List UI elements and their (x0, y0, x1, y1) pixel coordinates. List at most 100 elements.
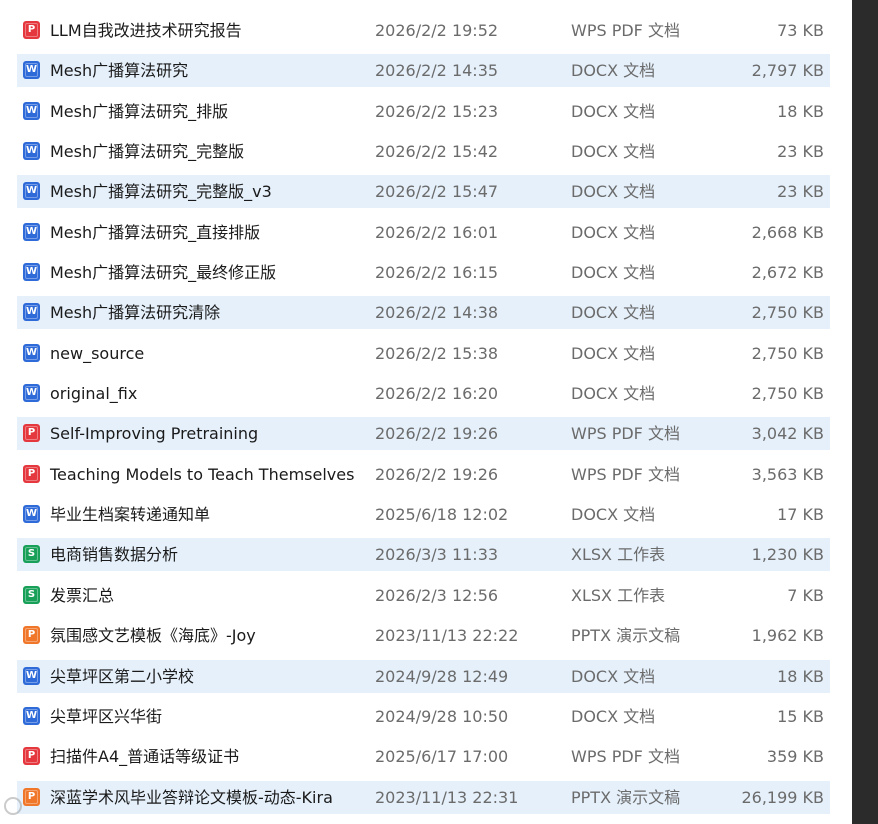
file-type: DOCX 文档 (571, 666, 656, 686)
word-icon: W (23, 182, 40, 201)
file-size: 18 KB (777, 666, 824, 686)
file-date-modified: 2025/6/18 12:02 (375, 505, 509, 525)
file-date-modified: 2026/2/2 19:26 (375, 424, 499, 444)
file-row[interactable]: P LLM自我改进技术研究报告 2026/2/2 19:52 WPS PDF 文档 73… (17, 14, 830, 47)
pdf-icon: P (23, 21, 40, 39)
file-row[interactable]: P 扫描件A4_普通话等级证书 2025/6/17 17:00 WPS PDF 文档 3… (17, 740, 830, 773)
file-date-modified: 2026/2/2 15:42 (375, 142, 499, 162)
file-type: PPTX 演示文稿 (571, 626, 681, 646)
file-size: 3,563 KB (751, 464, 824, 484)
file-row[interactable]: P Self-Improving Pretraining 2026/2/2 19:2… (17, 417, 830, 451)
file-type: XLSX 工作表 (571, 585, 666, 605)
file-size: 23 KB (777, 182, 824, 202)
file-row[interactable]: Wnew_source 2026/2/2 15:38 DOCX 文档 2,750 KB (17, 337, 830, 370)
file-name: 尖草坪区第二小学校 (50, 666, 195, 686)
word-icon: W (23, 142, 40, 161)
sheet-icon: S (23, 585, 40, 604)
word-icon: W (23, 101, 40, 120)
file-row[interactable]: W 毕业生档案转递通知单 2025/6/18 12:02 DOCX 文档 17 KB (17, 498, 830, 531)
file-row[interactable]: P Teaching Models to Teach Themselves 2026… (17, 458, 830, 491)
file-name: Mesh广播算法研究_排版 (50, 101, 229, 121)
file-row[interactable]: W 尖草坪区兴华街 2024/9/28 10:50 DOCX 文档 15 KB (17, 700, 830, 733)
file-type: DOCX 文档 (571, 142, 656, 162)
file-date-modified: 2026/2/3 12:56 (375, 585, 499, 605)
file-row[interactable]: W Mesh广播算法研究清除 2026/2/2 14:38 DOCX 文档 2,750 … (17, 296, 830, 330)
file-size: 2,750 KB (751, 343, 824, 363)
file-row[interactable]: W Mesh广播算法研究_排版 2026/2/2 15:23 DOCX 文档 18 KB (17, 95, 830, 128)
watermark (4, 795, 22, 817)
file-row[interactable]: S 电商销售数据分析 2026/3/3 11:33 XLSX 工作表 1,230 KB (17, 538, 830, 572)
file-date-modified: 2026/2/2 19:52 (375, 21, 499, 40)
file-row[interactable]: W Mesh广播算法研究_完整版 2026/2/2 15:42 DOCX 文档 23 K… (17, 135, 830, 168)
file-size: 7 KB (787, 585, 824, 605)
file-size: 2,750 KB (751, 384, 824, 404)
file-size: 23 KB (777, 142, 824, 162)
file-name: Mesh广播算法研究_完整版 (50, 142, 245, 162)
file-row[interactable]: S 发票汇总 2026/2/3 12:56 XLSX 工作表 7 KB (17, 579, 830, 612)
file-size: 15 KB (777, 706, 824, 726)
file-date-modified: 2023/11/13 22:22 (375, 626, 519, 646)
file-type: DOCX 文档 (571, 706, 656, 726)
word-icon: W (23, 61, 40, 80)
file-name: 尖草坪区兴华街 (50, 706, 163, 726)
file-type: DOCX 文档 (571, 222, 656, 242)
file-row[interactable]: W 尖草坪区第二小学校 2024/9/28 12:49 DOCX 文档 18 KB (17, 659, 830, 693)
file-date-modified: 2026/2/2 14:35 (375, 61, 499, 81)
file-type: DOCX 文档 (571, 182, 656, 202)
file-size: 73 KB (777, 21, 824, 40)
word-icon: W (23, 263, 40, 282)
file-row[interactable]: W Mesh广播算法研究_最终修正版 2026/2/2 16:15 DOCX 文档 2,… (17, 256, 830, 289)
file-type: PPTX 演示文稿 (571, 787, 681, 807)
file-name: Mesh广播算法研究_最终修正版 (50, 263, 277, 283)
file-list: P LLM自我改进技术研究报告 2026/2/2 19:52 WPS PDF 文档 73… (17, 14, 830, 821)
file-date-modified: 2026/2/2 16:01 (375, 222, 499, 242)
file-row[interactable]: Woriginal_fix 2026/2/2 16:20 DOCX 文档 2,750 … (17, 377, 830, 410)
file-size: 1,962 KB (751, 626, 824, 646)
file-row[interactable]: P 氛围感文艺模板《海底》-Joy 2023/11/13 22:22 PPTX 演示文… (17, 619, 830, 652)
file-date-modified: 2026/2/2 15:47 (375, 182, 499, 202)
word-icon: W (23, 706, 40, 725)
file-date-modified: 2026/2/2 19:26 (375, 464, 499, 484)
file-type: WPS PDF 文档 (571, 424, 680, 444)
file-row[interactable]: P 深蓝学术风毕业答辩论文模板-动态-Kira 2023/11/13 22:31 PP… (17, 780, 830, 814)
file-size: 17 KB (777, 505, 824, 525)
file-type: DOCX 文档 (571, 263, 656, 283)
file-type: DOCX 文档 (571, 303, 656, 323)
file-date-modified: 2026/2/2 16:20 (375, 384, 499, 404)
file-size: 2,797 KB (751, 61, 824, 81)
word-icon: W (23, 343, 40, 362)
pdf-icon: P (23, 464, 40, 483)
file-row[interactable]: W Mesh广播算法研究_直接排版 2026/2/2 16:01 DOCX 文档 2,6… (17, 216, 830, 249)
file-date-modified: 2026/2/2 16:15 (375, 263, 499, 283)
file-date-modified: 2026/2/2 15:38 (375, 343, 499, 363)
file-row[interactable]: W Mesh广播算法研究 2026/2/2 14:35 DOCX 文档 2,797 KB (17, 54, 830, 88)
file-type: WPS PDF 文档 (571, 747, 680, 767)
file-name: original_fix (50, 384, 138, 404)
file-size: 18 KB (777, 101, 824, 121)
file-row[interactable]: W Mesh广播算法研究_完整版_v3 2026/2/2 15:47 DOCX 文档 2… (17, 175, 830, 209)
file-type: DOCX 文档 (571, 61, 656, 81)
file-type: WPS PDF 文档 (571, 21, 680, 40)
word-icon: W (23, 303, 40, 322)
pdf-icon: P (23, 747, 40, 766)
file-size: 359 KB (766, 747, 824, 767)
file-name: Mesh广播算法研究清除 (50, 303, 221, 323)
word-icon: W (23, 222, 40, 241)
partial-row-cutoff (17, 0, 830, 4)
word-icon: W (23, 666, 40, 685)
sheet-icon: S (23, 545, 40, 564)
word-icon: W (23, 384, 40, 403)
file-name: 扫描件A4_普通话等级证书 (50, 747, 240, 767)
file-type: DOCX 文档 (571, 384, 656, 404)
file-type: XLSX 工作表 (571, 545, 666, 565)
file-type: WPS PDF 文档 (571, 464, 680, 484)
file-name: new_source (50, 343, 145, 363)
file-size: 2,750 KB (751, 303, 824, 323)
file-name: 电商销售数据分析 (50, 545, 179, 565)
file-date-modified: 2024/9/28 12:49 (375, 666, 509, 686)
pdf-icon: P (23, 424, 40, 443)
file-name: 深蓝学术风毕业答辩论文模板-动态-Kira (50, 787, 333, 807)
file-type: DOCX 文档 (571, 343, 656, 363)
file-name: Mesh广播算法研究 (50, 61, 189, 81)
file-name: Mesh广播算法研究_直接排版 (50, 222, 261, 242)
